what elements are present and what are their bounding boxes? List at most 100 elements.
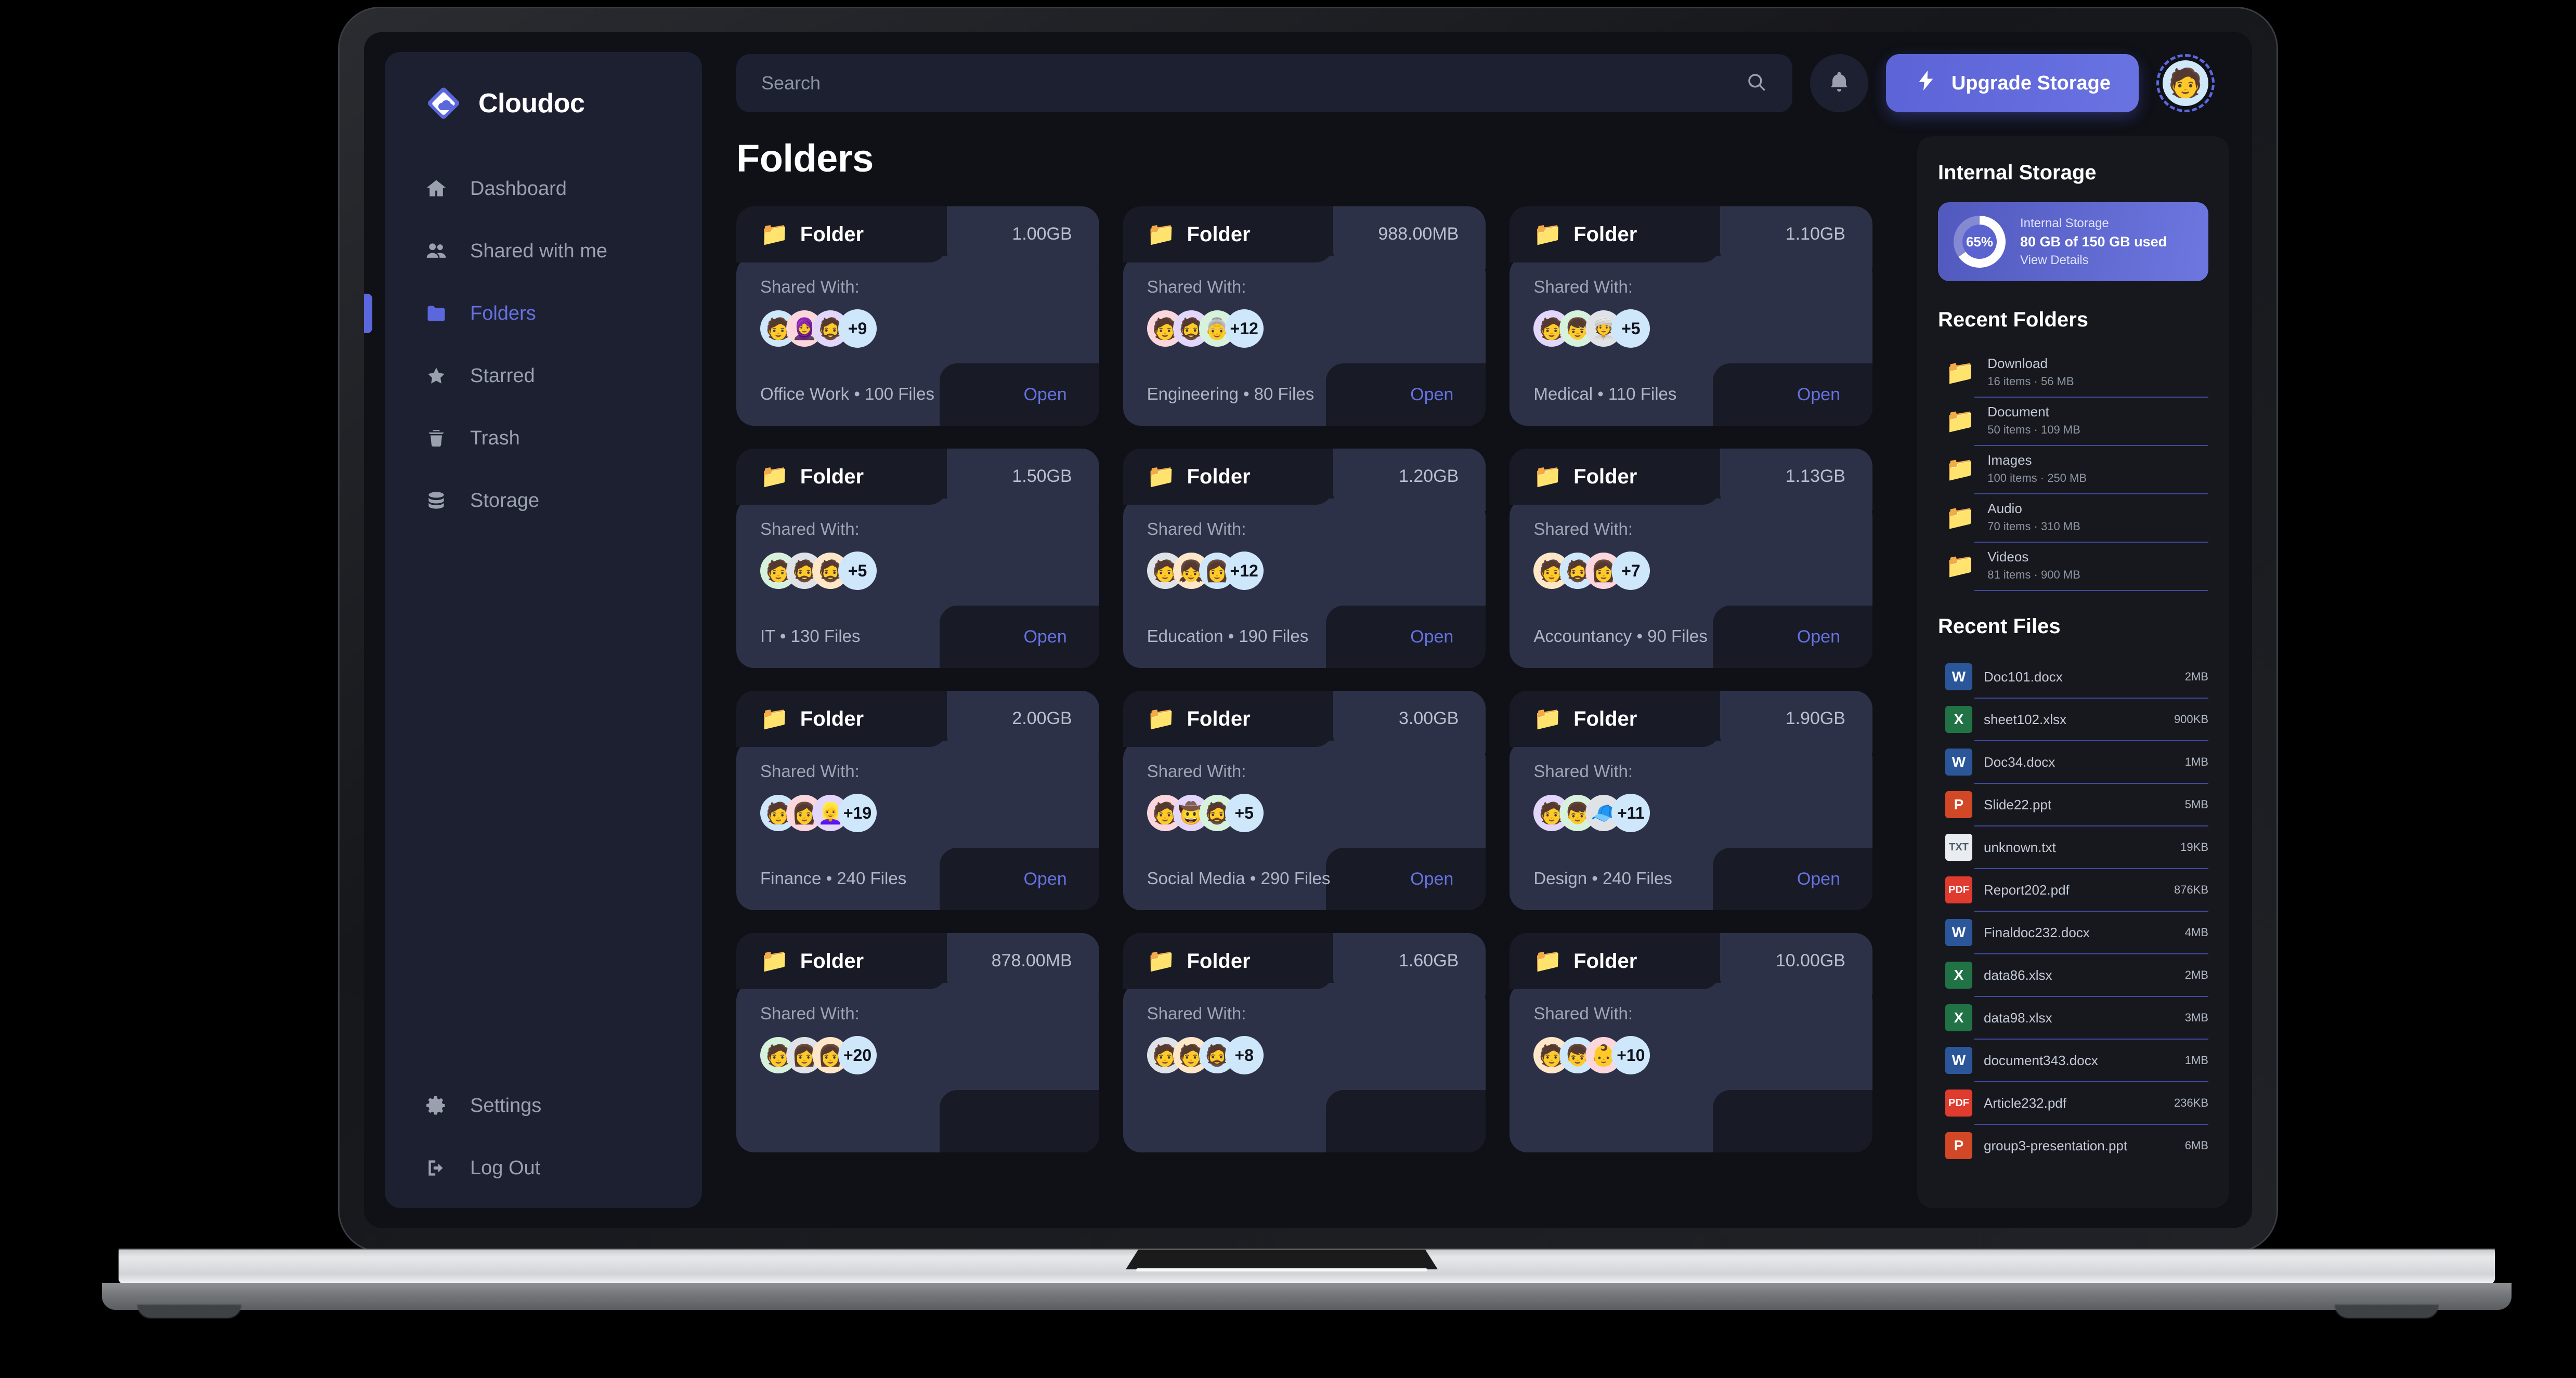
recent-folder-name: Audio	[1987, 501, 2022, 516]
folder-emoji-icon: 📁	[1945, 503, 1975, 531]
open-folder-link[interactable]: Open	[1023, 627, 1066, 647]
shared-avatar-group[interactable]: 🧑 🤠 🧔 +5	[1147, 794, 1486, 832]
shared-avatar-group[interactable]: 🧑 👩 👩 +20	[760, 1036, 1099, 1074]
sidebar-bottom-nav: Settings Log Out	[385, 1088, 702, 1185]
laptop-mockup: Cloudoc Dashboard Shared with me Folders…	[0, 0, 2576, 1378]
shared-avatar-group[interactable]: 🧑 🧑 🧔 +8	[1147, 1036, 1486, 1074]
folder-card[interactable]: 📁 Folder 1.13GB Shared With: 🧑🧔👩+7 📂 Acc…	[1510, 449, 1872, 668]
shared-avatar-group[interactable]: 🧑 👦 🧢 +11	[1533, 794, 1872, 832]
open-folder-link[interactable]: Open	[1797, 627, 1840, 647]
list-divider	[1974, 1039, 2208, 1040]
shared-avatar-group[interactable]: 🧑 🧔 👩 +7	[1533, 552, 1872, 590]
folder-card[interactable]: 📁 Folder 10.00GB Shared With: 🧑👦👶+10 📂	[1510, 933, 1872, 1152]
sidebar-item-dashboard[interactable]: Dashboard	[385, 172, 702, 206]
folder-card[interactable]: 📁 Folder 3.00GB Shared With: 🧑🤠🧔+5 📂 Soc…	[1123, 691, 1486, 910]
recent-folder-name: Videos	[1987, 549, 2029, 565]
storage-card-used: 80 GB of 150 GB used	[2020, 233, 2167, 250]
open-folder-link[interactable]: Open	[1410, 869, 1453, 889]
list-divider	[1974, 397, 2208, 398]
recent-file-row[interactable]: X sheet102.xlsx 900KB	[1938, 699, 2208, 741]
recent-file-row[interactable]: P group3-presentation.ppt 6MB	[1938, 1125, 2208, 1166]
card-footer-meta: Social Media • 290 Files	[1147, 869, 1331, 888]
recent-folder-row[interactable]: 📁 Videos 81 items · 900 MB	[1938, 543, 2208, 591]
folder-card[interactable]: 📁 Folder 1.20GB Shared With: 🧑👧👩+12 📂 Ed…	[1123, 449, 1486, 668]
storage-summary-card[interactable]: 65% Internal Storage 80 GB of 150 GB use…	[1938, 202, 2208, 281]
recent-file-row[interactable]: X data98.xlsx 3MB	[1938, 997, 2208, 1040]
recent-folder-row[interactable]: 📁 Download 16 items · 56 MB	[1938, 349, 2208, 398]
open-folder-link[interactable]: Open	[1797, 869, 1840, 889]
open-folder-link[interactable]: Open	[1410, 627, 1453, 647]
shared-extra-count: +12	[1225, 552, 1264, 590]
shared-avatar-group[interactable]: 🧑 🧔 🧔 +5	[760, 552, 1099, 590]
recent-file-size: 1MB	[2184, 1054, 2208, 1067]
recent-file-row[interactable]: W document343.docx 1MB	[1938, 1040, 2208, 1082]
recent-file-name: group3-presentation.ppt	[1984, 1137, 2128, 1153]
laptop-foot-left	[137, 1305, 241, 1318]
upgrade-storage-button[interactable]: Upgrade Storage	[1885, 54, 2139, 112]
brand[interactable]: Cloudoc	[385, 77, 702, 123]
shared-avatar-group[interactable]: 🧑 🧔 👵 +12	[1147, 309, 1486, 348]
sidebar-item-starred[interactable]: Starred	[385, 359, 702, 393]
recent-file-row[interactable]: X data86.xlsx 2MB	[1938, 954, 2208, 997]
sidebar-item-storage[interactable]: Storage	[385, 483, 702, 518]
star-icon	[424, 364, 448, 388]
storage-card-title: Internal Storage	[2020, 216, 2109, 230]
folder-card[interactable]: 📁 Folder 1.90GB Shared With: 🧑👦🧢+11 📂 De…	[1510, 691, 1872, 910]
folder-card[interactable]: 📁 Folder 1.00GB Shared With: 🧑🧕🧔+9 📂 Off…	[736, 206, 1099, 426]
shared-avatar-group[interactable]: 🧑 👧 👩 +12	[1147, 552, 1486, 590]
shared-with-label: Shared With:	[1147, 277, 1246, 296]
recent-file-name: Slide22.ppt	[1984, 796, 2052, 812]
folder-card[interactable]: 📁 Folder 2.00GB Shared With: 🧑👩👱‍♀️+19 📂…	[736, 691, 1099, 910]
people-icon	[424, 239, 448, 263]
folders-section: Folders 📁 Folder 1.00GB Shared With: 🧑 🧕 🧔…	[702, 114, 1893, 1228]
recent-file-row[interactable]: PDF Article232.pdf 236KB	[1938, 1082, 2208, 1125]
recent-file-row[interactable]: W Doc34.docx 1MB	[1938, 741, 2208, 784]
excel-file-icon: X	[1945, 706, 1972, 733]
list-divider	[1974, 1081, 2208, 1082]
sidebar-item-folders[interactable]: Folders	[385, 296, 702, 331]
folder-card[interactable]: 📁 Folder 1.10GB Shared With: 🧑👦👳+5 📂 Med…	[1510, 206, 1872, 426]
shared-avatar-group[interactable]: 🧑 👦 👶 +10	[1533, 1036, 1872, 1074]
sidebar-item-label: Trash	[470, 427, 520, 449]
shared-avatar-group[interactable]: 🧑 👦 👳 +5	[1533, 309, 1872, 348]
recent-folder-row[interactable]: 📁 Images 100 items · 250 MB	[1938, 446, 2208, 494]
recent-folder-row[interactable]: 📁 Audio 70 items · 310 MB	[1938, 494, 2208, 543]
sidebar-item-log-out[interactable]: Log Out	[385, 1151, 702, 1185]
sidebar-nav: Dashboard Shared with me Folders Starred…	[385, 172, 702, 518]
sidebar-item-settings[interactable]: Settings	[385, 1088, 702, 1123]
folder-card[interactable]: 📁 Folder 1.50GB Shared With: 🧑🧔🧔+5 📂 IT …	[736, 449, 1099, 668]
open-folder-link[interactable]: Open	[1023, 385, 1066, 405]
search-icon[interactable]	[1746, 71, 1767, 96]
recent-file-row[interactable]: PDF Report202.pdf 876KB	[1938, 869, 2208, 912]
shared-avatar-group[interactable]: 🧑 🧕 🧔 +9	[760, 309, 1099, 348]
notifications-button[interactable]	[1810, 54, 1868, 112]
recent-folder-row[interactable]: 📁 Document 50 items · 109 MB	[1938, 398, 2208, 446]
pdf-file-icon: PDF	[1945, 1090, 1972, 1117]
sidebar-item-label: Shared with me	[470, 240, 608, 262]
card-footer-meta: Design • 240 Files	[1533, 869, 1672, 888]
cloudoc-app: Cloudoc Dashboard Shared with me Folders…	[364, 32, 2252, 1228]
recent-file-row[interactable]: P Slide22.ppt 5MB	[1938, 784, 2208, 826]
recent-file-row[interactable]: W Doc101.docx 2MB	[1938, 656, 2208, 699]
shared-extra-count: +5	[1225, 794, 1264, 832]
folder-card[interactable]: 📁 Folder 988.00MB Shared With: 🧑🧔👵+12 📂 …	[1123, 206, 1486, 426]
sidebar-item-shared-with-me[interactable]: Shared with me	[385, 234, 702, 268]
recent-files-list: W Doc101.docx 2MB X sheet102.xlsx 900KB …	[1938, 656, 2208, 1166]
recent-file-row[interactable]: TXT unknown.txt 19KB	[1938, 826, 2208, 869]
open-folder-link[interactable]: Open	[1023, 869, 1066, 889]
storage-view-details-link[interactable]: View Details	[2020, 253, 2167, 268]
laptop-screen: Cloudoc Dashboard Shared with me Folders…	[364, 32, 2252, 1228]
folder-card[interactable]: 📁 Folder 1.60GB Shared With: 🧑🧑🧔+8 📂	[1123, 933, 1486, 1152]
recent-file-row[interactable]: W Finaldoc232.docx 4MB	[1938, 912, 2208, 954]
trash-icon	[424, 426, 448, 450]
folder-card[interactable]: 📁 Folder 878.00MB Shared With: 🧑👩👩+20 📂	[736, 933, 1099, 1152]
open-folder-link[interactable]: Open	[1797, 385, 1840, 405]
open-folder-link[interactable]: Open	[1410, 385, 1453, 405]
search-input[interactable]: Search	[736, 54, 1792, 112]
sidebar-item-trash[interactable]: Trash	[385, 421, 702, 455]
user-avatar[interactable]: 🧑	[2156, 54, 2215, 112]
folder-emoji-icon: 📁	[1945, 358, 1975, 386]
card-content: Shared With: 🧑 🧑 🧔 +8	[1123, 933, 1486, 1152]
recent-file-name: Doc34.docx	[1984, 754, 2055, 770]
shared-avatar-group[interactable]: 🧑 👩 👱‍♀️ +19	[760, 794, 1099, 832]
